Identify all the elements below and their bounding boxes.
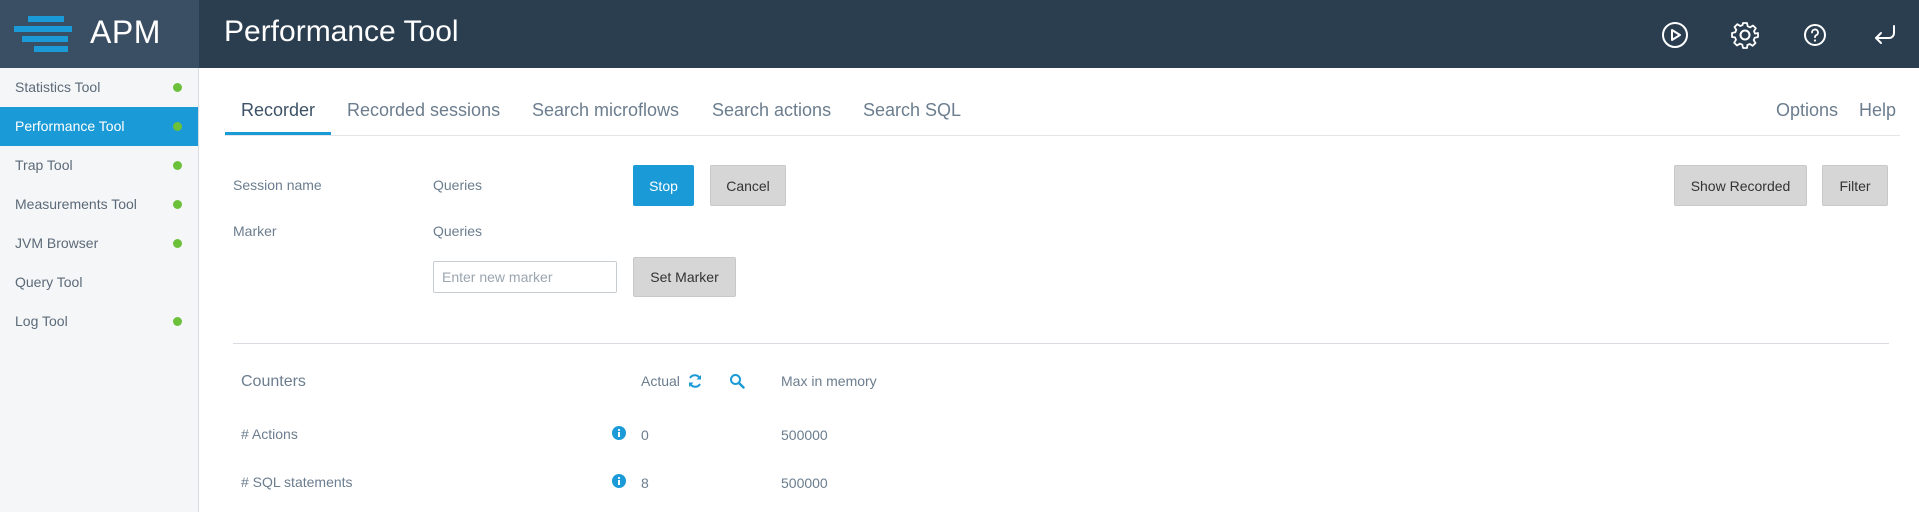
status-dot xyxy=(173,317,182,326)
session-name-value: Queries xyxy=(433,177,483,193)
tab-recorded-sessions[interactable]: Recorded sessions xyxy=(347,100,500,121)
sidebar-item-label: Performance Tool xyxy=(15,118,125,134)
help-circle-icon[interactable] xyxy=(1800,20,1830,50)
set-marker-button[interactable]: Set Marker xyxy=(633,257,736,297)
search-icon[interactable] xyxy=(729,373,745,389)
sidebar-item-label: Log Tool xyxy=(15,313,68,329)
apm-logo-icon xyxy=(14,16,72,52)
stop-button[interactable]: Stop xyxy=(633,165,694,206)
info-icon[interactable] xyxy=(612,474,626,488)
section-divider xyxy=(233,343,1889,344)
sidebar-item-log-tool[interactable]: Log Tool xyxy=(0,302,198,341)
tab-bar: Recorder Recorded sessions Search microf… xyxy=(225,68,1900,136)
sidebar-item-label: Measurements Tool xyxy=(15,196,137,212)
counters-title: Counters xyxy=(241,373,306,390)
counter-actual-sql-statements: 8 xyxy=(641,475,649,491)
sidebar: Statistics Tool Performance Tool Trap To… xyxy=(0,68,199,512)
tab-search-actions[interactable]: Search actions xyxy=(712,100,831,121)
tab-recorder[interactable]: Recorder xyxy=(241,100,315,121)
status-dot xyxy=(173,161,182,170)
logo-text: APM xyxy=(90,14,161,50)
sidebar-item-label: Statistics Tool xyxy=(15,79,101,95)
marker-value: Queries xyxy=(433,223,483,239)
page-title: Performance Tool xyxy=(224,15,459,48)
info-icon[interactable] xyxy=(612,426,626,440)
sidebar-item-statistics-tool[interactable]: Statistics Tool xyxy=(0,68,198,107)
counter-label-actions: # Actions xyxy=(241,426,298,442)
sidebar-item-label: Trap Tool xyxy=(15,157,73,173)
logo[interactable]: APM xyxy=(0,0,199,68)
tab-search-microflows[interactable]: Search microflows xyxy=(532,100,679,121)
return-icon[interactable] xyxy=(1870,20,1900,50)
session-name-label: Session name xyxy=(233,177,322,193)
active-tab-indicator xyxy=(225,132,331,135)
sidebar-item-label: Query Tool xyxy=(15,274,83,290)
top-header: APM Performance Tool xyxy=(0,0,1919,68)
sidebar-item-measurements-tool[interactable]: Measurements Tool xyxy=(0,185,198,224)
tab-search-sql[interactable]: Search SQL xyxy=(863,100,961,121)
col-actual: Actual xyxy=(641,373,680,389)
status-dot xyxy=(173,200,182,209)
gear-icon[interactable] xyxy=(1730,20,1760,50)
sidebar-item-performance-tool[interactable]: Performance Tool xyxy=(0,107,198,146)
col-max-in-memory: Max in memory xyxy=(781,373,877,389)
tab-help[interactable]: Help xyxy=(1859,100,1896,121)
refresh-icon[interactable] xyxy=(687,373,703,389)
marker-label: Marker xyxy=(233,223,277,239)
marker-input[interactable] xyxy=(433,261,617,293)
status-dot xyxy=(173,83,182,92)
tab-options[interactable]: Options xyxy=(1776,100,1838,121)
filter-button[interactable]: Filter xyxy=(1822,165,1888,206)
counter-actual-actions: 0 xyxy=(641,427,649,443)
sidebar-item-query-tool[interactable]: Query Tool xyxy=(0,263,198,302)
counter-max-sql-statements: 500000 xyxy=(781,475,828,491)
sidebar-item-trap-tool[interactable]: Trap Tool xyxy=(0,146,198,185)
sidebar-item-jvm-browser[interactable]: JVM Browser xyxy=(0,224,198,263)
cancel-button[interactable]: Cancel xyxy=(710,165,786,206)
status-dot xyxy=(173,122,182,131)
counter-label-sql-statements: # SQL statements xyxy=(241,474,353,490)
play-circle-icon[interactable] xyxy=(1660,20,1690,50)
show-recorded-button[interactable]: Show Recorded xyxy=(1674,165,1807,206)
status-dot xyxy=(173,239,182,248)
sidebar-item-label: JVM Browser xyxy=(15,235,99,251)
counter-max-actions: 500000 xyxy=(781,427,828,443)
